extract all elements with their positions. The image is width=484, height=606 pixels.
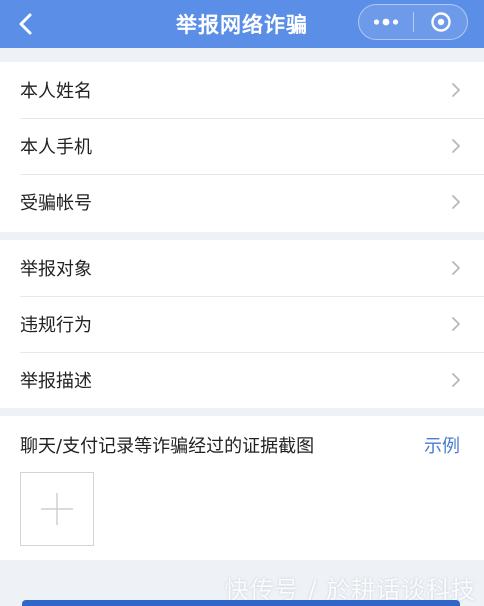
more-button[interactable]: [359, 5, 413, 39]
chevron-left-icon: [19, 13, 32, 35]
row-name[interactable]: 本人姓名: [0, 62, 484, 118]
evidence-section: 聊天/支付记录等诈骗经过的证据截图 示例: [0, 416, 484, 560]
chevron-right-icon: [452, 373, 460, 387]
row-target[interactable]: 举报对象: [0, 240, 484, 296]
row-account[interactable]: 受骗帐号: [0, 174, 484, 230]
close-mini-program-button[interactable]: [414, 5, 467, 39]
row-description[interactable]: 举报描述: [0, 352, 484, 408]
back-button[interactable]: [10, 4, 42, 44]
chevron-right-icon: [452, 317, 460, 331]
row-label: 违规行为: [20, 315, 92, 336]
chevron-right-icon: [452, 139, 460, 153]
plus-icon: [41, 493, 73, 525]
upload-image-button[interactable]: [20, 472, 94, 546]
row-label: 本人手机: [20, 137, 92, 158]
row-label: 受骗帐号: [20, 193, 92, 214]
row-label: 本人姓名: [20, 81, 92, 102]
row-label: 举报描述: [20, 371, 92, 392]
row-phone[interactable]: 本人手机: [0, 118, 484, 174]
nav-header: 举报网络诈骗: [0, 0, 484, 48]
example-link[interactable]: 示例: [424, 432, 460, 458]
chevron-right-icon: [452, 195, 460, 209]
chevron-right-icon: [452, 83, 460, 97]
mini-program-capsule: [358, 4, 468, 40]
submit-bar[interactable]: [22, 600, 460, 606]
report-details-group: 举报对象 违规行为 举报描述: [0, 240, 484, 408]
personal-info-group: 本人姓名 本人手机 受骗帐号: [0, 62, 484, 232]
row-violation[interactable]: 违规行为: [0, 296, 484, 352]
row-label: 举报对象: [20, 259, 92, 280]
page-title: 举报网络诈骗: [176, 13, 308, 37]
more-dots-icon: [373, 18, 399, 26]
report-fraud-page: 举报网络诈骗 本人姓名 本人手机 受骗帐号 举报对象 违规行为 举报描述 聊天/…: [0, 0, 484, 606]
evidence-title: 聊天/支付记录等诈骗经过的证据截图: [20, 436, 315, 457]
chevron-right-icon: [452, 261, 460, 275]
target-close-icon: [430, 12, 451, 32]
